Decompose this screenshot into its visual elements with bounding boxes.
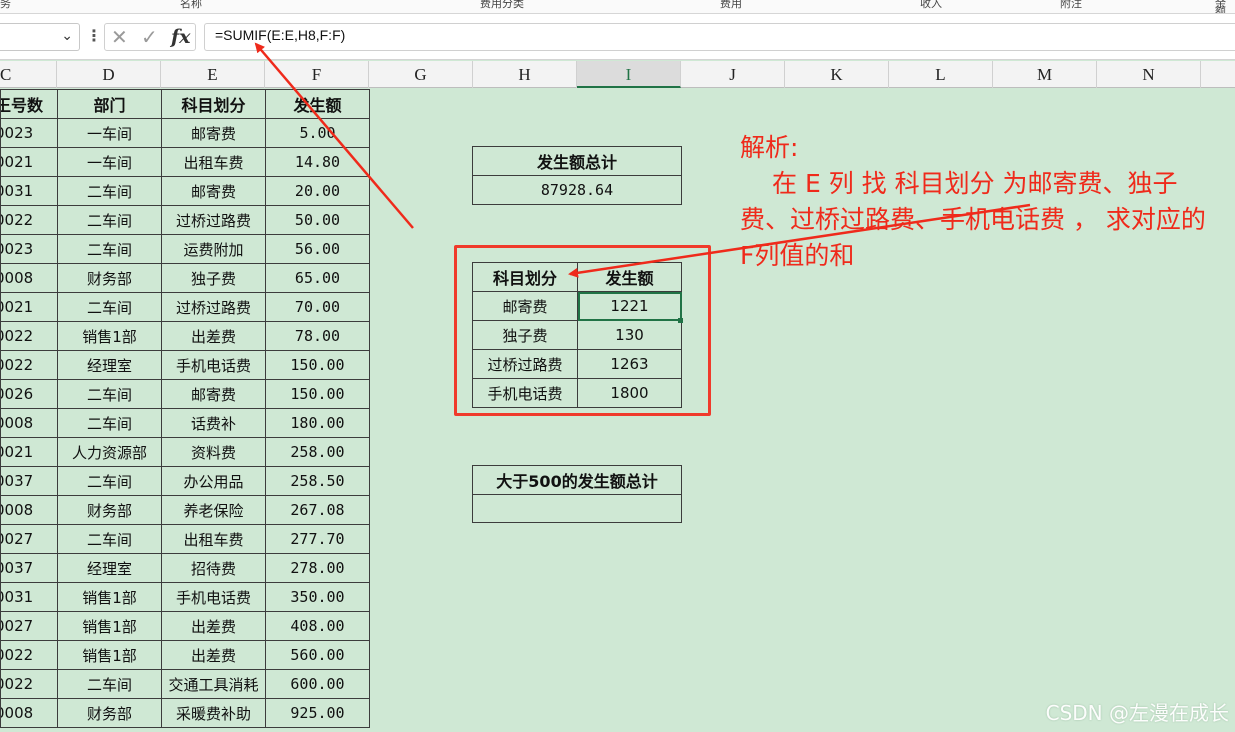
annotation-arrows: [254, 42, 1031, 278]
arrow-to-category: [568, 203, 1031, 278]
arrow-to-formula: [254, 42, 414, 229]
watermark: CSDN @左漫在成长: [1045, 701, 1229, 725]
